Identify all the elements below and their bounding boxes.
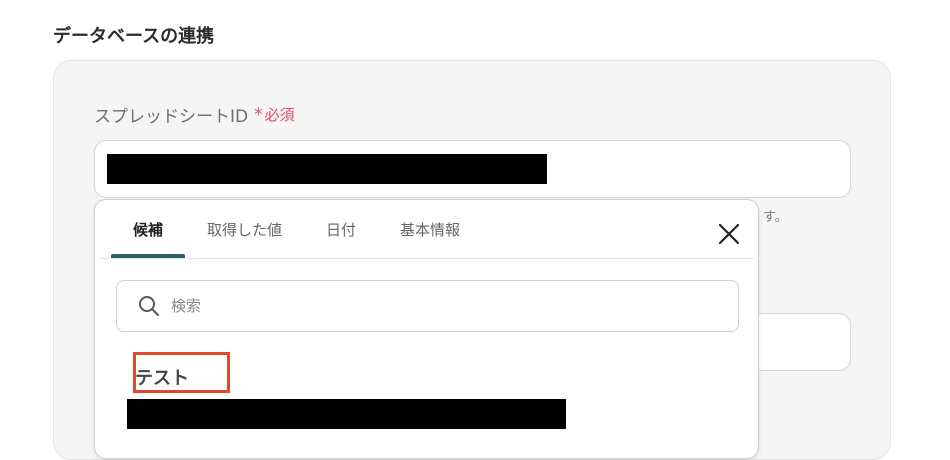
tab-basic-info[interactable]: 基本情報: [378, 200, 482, 258]
spreadsheet-id-label: スプレッドシートID * 必須: [94, 102, 295, 128]
search-icon: [139, 296, 159, 316]
close-button[interactable]: [711, 216, 747, 252]
suggestion-popover: 候補 取得した値 日付 基本情報 テスト: [94, 199, 759, 459]
required-text: 必須: [264, 106, 295, 124]
list-item[interactable]: テスト: [125, 352, 685, 432]
required-star: *: [254, 104, 263, 125]
section-title: データベースの連携: [53, 26, 215, 47]
search-input[interactable]: [169, 296, 713, 316]
option-title: テスト: [135, 368, 189, 389]
redacted-value: [107, 154, 547, 184]
search-box[interactable]: [116, 280, 739, 332]
spreadsheet-id-input[interactable]: [94, 140, 851, 198]
tab-candidates[interactable]: 候補: [111, 200, 186, 258]
field-label-text: スプレッドシートID: [94, 107, 249, 127]
tab-divider: [99, 258, 754, 259]
close-icon: [718, 223, 740, 245]
tab-date[interactable]: 日付: [304, 200, 378, 258]
redacted-option-id: [127, 399, 566, 429]
tab-retrieved-values[interactable]: 取得した値: [185, 200, 304, 258]
popover-tabs: 候補 取得した値 日付 基本情報: [111, 200, 482, 258]
helper-text: す。: [763, 210, 788, 225]
